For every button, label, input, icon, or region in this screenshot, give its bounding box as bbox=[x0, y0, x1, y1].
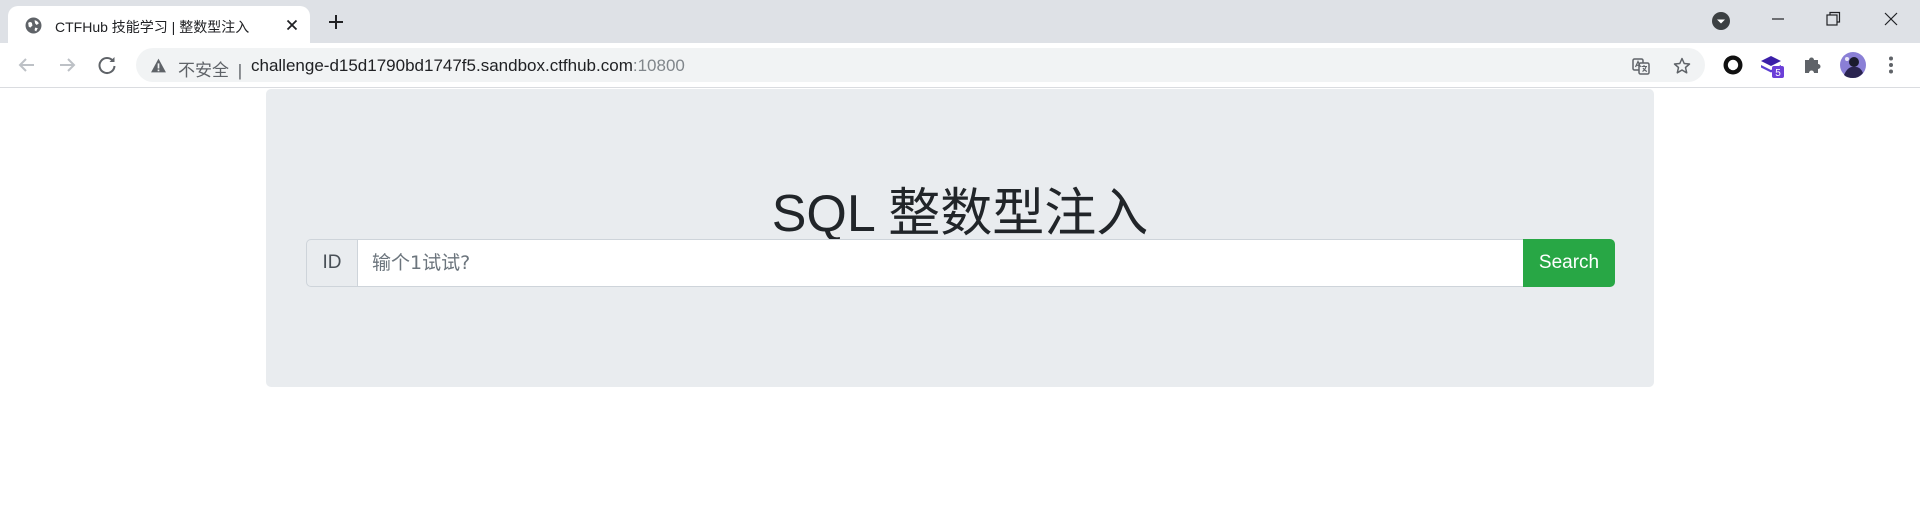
tab-strip: CTFHub 技能学习 | 整数型注入 bbox=[0, 0, 1920, 43]
browser-tab[interactable]: CTFHub 技能学习 | 整数型注入 bbox=[8, 6, 310, 43]
url-host: challenge-d15d1790bd1747f5.sandbox.ctfhu… bbox=[251, 56, 633, 75]
reload-icon[interactable] bbox=[94, 52, 120, 78]
restore-icon[interactable] bbox=[1822, 8, 1844, 30]
security-separator: | bbox=[237, 61, 243, 80]
forward-arrow-icon[interactable] bbox=[54, 52, 80, 78]
extension-ring-icon[interactable] bbox=[1720, 52, 1746, 78]
jumbotron: SQL 整数型注入 ID Search bbox=[266, 89, 1654, 387]
new-tab-plus-icon[interactable] bbox=[324, 10, 348, 34]
id-label: ID bbox=[306, 239, 358, 287]
page-title: SQL 整数型注入 bbox=[771, 185, 1149, 243]
browser-toolbar: 不安全 | challenge-d15d1790bd1747f5.sandbox… bbox=[0, 43, 1920, 88]
tab-title: CTFHub 技能学习 | 整数型注入 bbox=[55, 19, 250, 35]
back-arrow-icon[interactable] bbox=[14, 52, 40, 78]
id-input[interactable] bbox=[358, 239, 1523, 287]
warning-icon[interactable] bbox=[150, 57, 167, 74]
security-status[interactable]: 不安全 | bbox=[178, 56, 242, 81]
address-bar[interactable]: 不安全 | challenge-d15d1790bd1747f5.sandbox… bbox=[136, 48, 1705, 82]
bookmark-star-icon[interactable] bbox=[1672, 56, 1692, 76]
minimize-icon[interactable] bbox=[1767, 8, 1789, 30]
close-icon[interactable] bbox=[284, 17, 300, 33]
url-text[interactable]: challenge-d15d1790bd1747f5.sandbox.ctfhu… bbox=[251, 56, 685, 76]
window-close-icon[interactable] bbox=[1880, 8, 1902, 30]
extension-stack-icon[interactable]: 5 bbox=[1759, 52, 1785, 78]
extensions-puzzle-icon[interactable] bbox=[1800, 52, 1826, 78]
security-label: 不安全 bbox=[178, 61, 229, 80]
profile-avatar-icon[interactable] bbox=[1839, 51, 1867, 79]
globe-icon bbox=[25, 17, 42, 34]
extension-badge: 5 bbox=[1775, 68, 1781, 78]
search-form: ID Search bbox=[306, 239, 1615, 287]
url-port: :10800 bbox=[632, 56, 685, 75]
tab-search-chevron-icon[interactable] bbox=[1711, 11, 1731, 31]
search-button[interactable]: Search bbox=[1523, 239, 1615, 287]
translate-icon[interactable] bbox=[1631, 56, 1651, 76]
chrome-menu-icon[interactable] bbox=[1878, 52, 1904, 78]
